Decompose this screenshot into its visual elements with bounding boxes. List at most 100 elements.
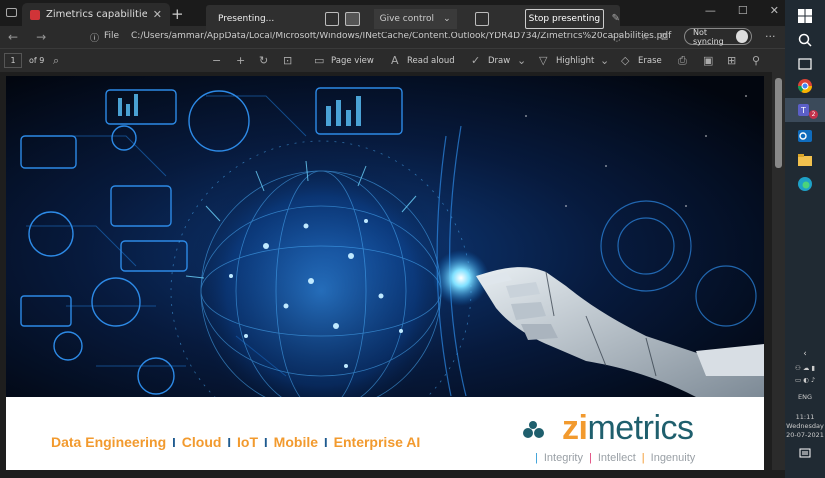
capability-mobile: Mobile	[273, 434, 319, 450]
close-window-icon[interactable]: ✕	[770, 4, 779, 17]
stop-presenting-label: Stop presenting	[528, 13, 601, 24]
chrome-icon[interactable]	[797, 78, 813, 94]
tag-intellect: Intellect	[597, 452, 636, 464]
more-options-icon[interactable]: ···	[765, 30, 776, 43]
slide-footer: Data Engineering I Cloud I IoT I Mobile …	[6, 397, 764, 470]
read-aloud-button[interactable]: Read aloud	[407, 56, 455, 66]
highlight-button[interactable]: Highlight	[556, 56, 594, 66]
pdf-icon	[30, 9, 40, 20]
zimetrics-logo: zimetrics	[523, 409, 694, 447]
chevron-down-icon: ⌄	[443, 13, 451, 24]
highlight-chevron-icon[interactable]: ⌄	[600, 54, 609, 67]
pdf-page-slide: Data Engineering I Cloud I IoT I Mobile …	[6, 76, 764, 470]
window-share-icon[interactable]	[345, 11, 360, 26]
show-hidden-icons[interactable]: ‹	[785, 349, 825, 359]
avatar	[736, 30, 748, 43]
tray-icons[interactable]: ⚇ ☁ ▮	[785, 364, 825, 372]
task-view-icon[interactable]	[797, 56, 813, 72]
file-explorer-icon[interactable]	[797, 152, 813, 168]
search-icon[interactable]: ⌕	[53, 54, 59, 68]
rotate-icon[interactable]: ↻	[259, 54, 268, 67]
vertical-scrollbar[interactable]	[772, 72, 785, 470]
logo-dots-icon	[523, 421, 544, 438]
new-tab-button[interactable]: +	[171, 5, 184, 23]
presenting-toolbar: Presenting... Give control ⌄ Stop presen…	[206, 5, 620, 32]
eraser-icon[interactable]: ◇	[621, 54, 629, 67]
sync-button[interactable]: Not syncing	[684, 27, 752, 46]
fit-page-icon[interactable]: ⊡	[283, 54, 292, 67]
tab-actions-icon[interactable]	[6, 8, 17, 17]
ai-hero-image	[6, 76, 764, 442]
logo-metrics: metrics	[587, 409, 694, 447]
draw-button[interactable]: Draw	[488, 56, 510, 66]
draw-icon[interactable]: ✓	[471, 54, 480, 67]
capability-iot: IoT	[237, 434, 259, 450]
edge-icon[interactable]	[797, 176, 813, 192]
info-icon[interactable]: ⓘ	[90, 31, 99, 44]
pin-icon[interactable]: ✎	[612, 13, 620, 24]
zoom-out-icon[interactable]: −	[212, 54, 221, 67]
collections-icon[interactable]: ⧉	[660, 30, 668, 44]
screen-share-icon[interactable]	[324, 11, 340, 26]
language-indicator[interactable]: ENG	[785, 393, 825, 401]
draw-chevron-icon[interactable]: ⌄	[517, 54, 526, 67]
forward-icon[interactable]: →	[36, 30, 46, 44]
search-icon[interactable]	[797, 32, 813, 48]
back-icon[interactable]: ←	[8, 30, 18, 44]
maximize-icon[interactable]: ☐	[738, 4, 748, 17]
capability-cloud: Cloud	[181, 434, 222, 450]
pin-toolbar-icon[interactable]: ⚲	[752, 54, 760, 67]
tag-ingenuity: Ingenuity	[650, 452, 696, 464]
page-view-icon[interactable]: ▭	[314, 54, 324, 67]
tray-icons-2[interactable]: ▭ ◐ ♪	[785, 376, 825, 384]
capabilities-list: Data Engineering I Cloud I IoT I Mobile …	[51, 434, 420, 450]
page-count: of 9	[29, 56, 45, 65]
clock-day[interactable]: Wednesday	[785, 422, 825, 430]
tagline: | Integrity | Intellect | Ingenuity	[535, 452, 695, 464]
highlight-icon[interactable]: ▽	[539, 54, 547, 67]
notifications-icon[interactable]	[799, 448, 811, 460]
read-aloud-icon[interactable]: A	[391, 54, 399, 67]
tag-integrity: Integrity	[543, 452, 583, 464]
separator: I	[324, 434, 328, 450]
zoom-in-icon[interactable]: +	[236, 54, 245, 67]
erase-button[interactable]: Erase	[638, 56, 662, 66]
clock-date[interactable]: 20-07-2021	[785, 431, 825, 439]
windows-taskbar: T 2 ‹ ⚇ ☁ ▮ ▭ ◐ ♪ ENG 11:11 Wednesday 20…	[785, 0, 825, 478]
stop-presenting-button[interactable]: Stop presenting	[525, 8, 604, 29]
separator: I	[264, 434, 268, 450]
file-label: File	[104, 31, 120, 41]
tab-title: Zimetrics capabilities.pdf	[46, 9, 147, 20]
window-controls: — ☐ ✕	[705, 4, 779, 17]
screen: Zimetrics capabilities.pdf ✕ + — ☐ ✕ Pre…	[0, 0, 825, 478]
svg-text:T: T	[800, 106, 806, 115]
give-control-dropdown[interactable]: Give control ⌄	[373, 8, 457, 29]
favorite-icon[interactable]: ☆	[640, 30, 650, 43]
sync-label: Not syncing	[693, 27, 724, 46]
tag-bar: |	[589, 452, 592, 464]
page-view-button[interactable]: Page view	[331, 56, 374, 66]
capability-data-engineering: Data Engineering	[51, 434, 167, 450]
save-icon[interactable]: ▣	[703, 54, 713, 67]
print-icon[interactable]: ⎙	[678, 54, 687, 68]
annotate-icon[interactable]	[474, 11, 490, 26]
teams-badge: 2	[809, 110, 818, 119]
separator: I	[227, 434, 232, 450]
page-number-input[interactable]: 1	[4, 53, 22, 68]
presenting-label: Presenting...	[218, 13, 275, 24]
capability-enterprise-ai: Enterprise AI	[333, 434, 421, 450]
close-tab-icon[interactable]: ✕	[153, 8, 162, 21]
save-as-icon[interactable]: ⊞	[727, 54, 736, 67]
clock-time[interactable]: 11:11	[785, 413, 825, 421]
logo-zi: zi	[562, 409, 588, 447]
tab-pdf[interactable]: Zimetrics capabilities.pdf ✕	[22, 3, 170, 26]
nav-buttons: ← →	[8, 30, 46, 44]
windows-start-icon[interactable]	[797, 8, 813, 24]
url-field[interactable]: C:/Users/ammar/AppData/Local/Microsoft/W…	[131, 31, 671, 41]
minimize-icon[interactable]: —	[705, 4, 716, 17]
pdf-toolbar: 1 of 9 ⌕ − + ↻ ⊡ ▭ Page view A Read alou…	[0, 48, 785, 72]
give-control-label: Give control	[379, 13, 434, 24]
scrollbar-thumb[interactable]	[775, 78, 782, 168]
outlook-icon[interactable]	[797, 128, 813, 144]
tag-bar: |	[641, 452, 645, 464]
